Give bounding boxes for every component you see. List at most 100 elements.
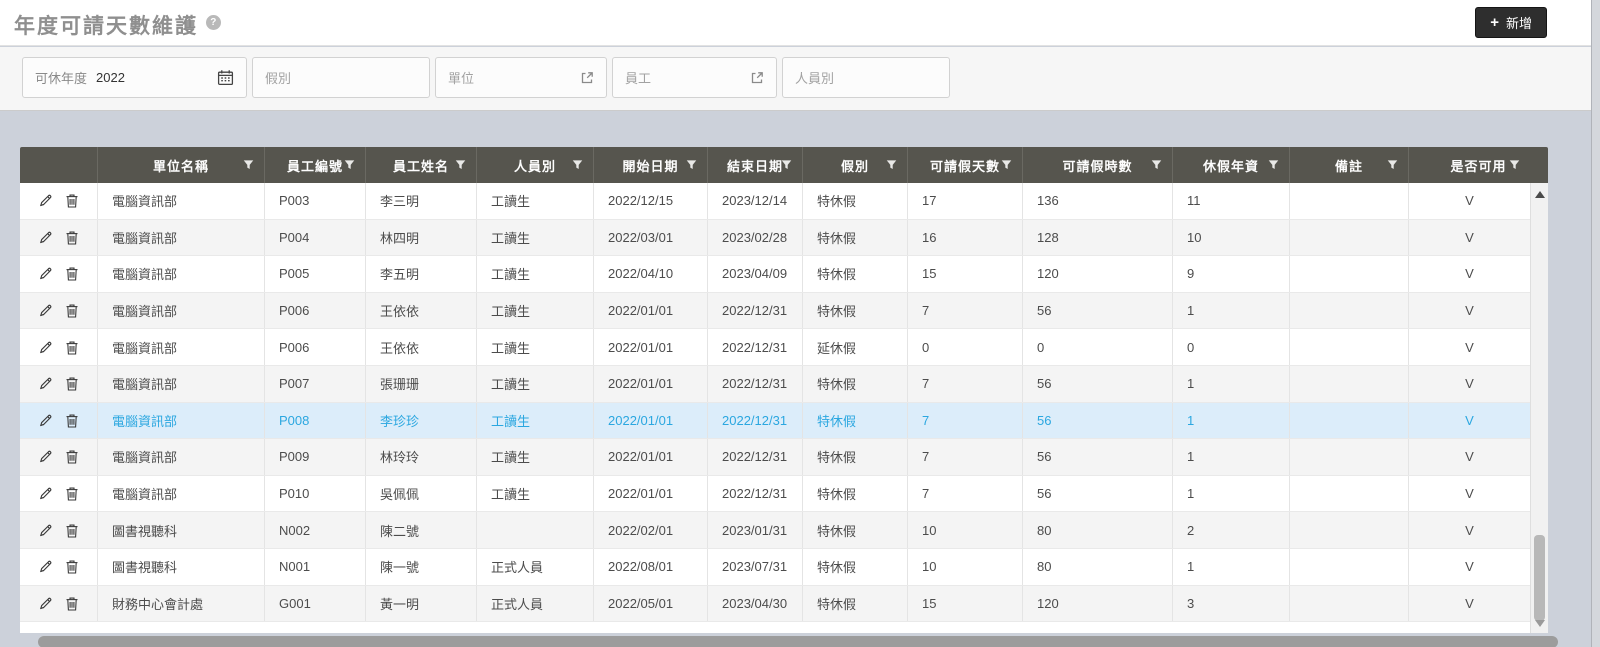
cell: 王依依 — [365, 292, 476, 329]
table-row[interactable]: 圖書視聽科 N001 陳一號 正式人員 2022/08/01 2023/07/31 特休假 1… — [20, 548, 1530, 586]
delete-icon[interactable] — [65, 303, 79, 318]
cell: 0 — [907, 329, 1022, 365]
column-header[interactable]: 人員別 — [476, 147, 593, 183]
cell: 1 — [1172, 292, 1289, 329]
edit-icon[interactable] — [38, 266, 53, 281]
edit-icon[interactable] — [38, 559, 53, 574]
table-row[interactable]: 電腦資訊部 P004 林四明 工讀生 2022/03/01 2023/02/28 特休假 16… — [20, 219, 1530, 257]
leave-type-field[interactable]: 假別 — [252, 57, 430, 98]
table-row[interactable]: 電腦資訊部 P010 吳佩佩 工讀生 2022/01/01 2022/12/31 特休假 7 5… — [20, 475, 1530, 513]
cell: 黃一明 — [365, 585, 476, 622]
calendar-icon[interactable] — [217, 69, 234, 86]
delete-icon[interactable] — [65, 340, 79, 355]
column-header[interactable]: 休假年資 — [1172, 147, 1289, 183]
column-header[interactable]: 可請假時數 — [1022, 147, 1172, 183]
column-header[interactable]: 員工姓名 — [365, 147, 476, 183]
help-icon[interactable]: ? — [205, 15, 221, 30]
scroll-up-icon[interactable] — [1535, 191, 1545, 198]
cell: 工讀生 — [476, 183, 593, 219]
scroll-down-icon[interactable] — [1535, 620, 1545, 627]
edit-icon[interactable] — [38, 303, 53, 318]
table-row-selected[interactable]: 電腦資訊部 P008 李珍珍 工讀生 2022/01/01 2022/12/31 特休假 7 5… — [20, 402, 1530, 440]
cell: 10 — [1172, 219, 1289, 256]
cell: 正式人員 — [476, 585, 593, 622]
cell: 2022/01/01 — [593, 329, 707, 365]
table-row[interactable]: 財務中心會計處 G001 黃一明 正式人員 2022/05/01 2023/04/30 特休… — [20, 585, 1530, 623]
row-actions — [20, 439, 97, 475]
column-header[interactable]: 備註 — [1289, 147, 1408, 183]
year-field-value: 2022 — [96, 70, 125, 85]
cell: 2022/01/01 — [593, 475, 707, 512]
vertical-scrollbar[interactable] — [1530, 183, 1548, 633]
add-button[interactable]: + 新增 — [1475, 7, 1547, 38]
column-header[interactable]: 單位名稱 — [97, 147, 264, 183]
window-scrollbar[interactable] — [1591, 0, 1600, 647]
column-header[interactable]: 可請假天數 — [907, 147, 1022, 183]
cell: 王依依 — [365, 329, 476, 365]
column-header-label: 單位名稱 — [152, 158, 209, 174]
table-row[interactable]: 電腦資訊部 P007 張珊珊 工讀生 2022/01/01 2022/12/31 特休假 7 5… — [20, 365, 1530, 403]
edit-icon[interactable] — [38, 376, 53, 391]
delete-icon[interactable] — [65, 559, 79, 574]
cell: 電腦資訊部 — [97, 365, 264, 402]
cell: V — [1408, 475, 1530, 512]
delete-icon[interactable] — [65, 376, 79, 391]
delete-icon[interactable] — [65, 523, 79, 538]
popup-icon[interactable] — [580, 71, 594, 85]
vertical-scrollbar-thumb[interactable] — [1534, 535, 1545, 621]
delete-icon[interactable] — [65, 193, 79, 208]
edit-icon[interactable] — [38, 193, 53, 208]
cell: 特休假 — [802, 585, 907, 622]
cell: 56 — [1022, 365, 1172, 402]
table-row[interactable]: 電腦資訊部 P005 李五明 工讀生 2022/04/10 2023/04/09 特休假 15… — [20, 256, 1530, 293]
table-row[interactable]: 圖書視聽科 N002 陳二號 2022/02/01 2023/01/31 特休假 10 80 2… — [20, 512, 1530, 549]
cell: 2022/01/01 — [593, 292, 707, 329]
cell: 2022/12/31 — [707, 439, 802, 475]
edit-icon[interactable] — [38, 230, 53, 245]
column-header[interactable]: 是否可用 — [1408, 147, 1548, 183]
cell: 工讀生 — [476, 439, 593, 475]
cell: 16 — [907, 219, 1022, 256]
delete-icon[interactable] — [65, 486, 79, 501]
unit-field[interactable]: 單位 — [435, 57, 607, 98]
person-type-field[interactable]: 人員別 — [782, 57, 950, 98]
edit-icon[interactable] — [38, 340, 53, 355]
cell: 56 — [1022, 475, 1172, 512]
row-actions — [20, 366, 97, 402]
table-row[interactable]: 電腦資訊部 P003 李三明 工讀生 2022/12/15 2023/12/14 特休假 17… — [20, 183, 1530, 220]
column-header[interactable]: 員工編號 — [264, 147, 365, 183]
column-header[interactable]: 結束日期 — [707, 147, 802, 183]
edit-icon[interactable] — [38, 449, 53, 464]
column-header[interactable]: 假別 — [802, 147, 907, 183]
table-body: 電腦資訊部 P003 李三明 工讀生 2022/12/15 2023/12/14 特休假 17… — [20, 183, 1530, 633]
edit-icon[interactable] — [38, 486, 53, 501]
cell: 2022/12/31 — [707, 365, 802, 402]
cell: P006 — [264, 292, 365, 329]
cell: 特休假 — [802, 292, 907, 329]
table-row[interactable]: 電腦資訊部 P009 林玲玲 工讀生 2022/01/01 2022/12/31 特休假 7 5… — [20, 439, 1530, 476]
employee-field[interactable]: 員工 — [612, 57, 777, 98]
table-row[interactable]: 電腦資訊部 P006 王依依 工讀生 2022/01/01 2022/12/31 特休假 7 5… — [20, 292, 1530, 330]
edit-icon[interactable] — [38, 523, 53, 538]
edit-icon[interactable] — [38, 413, 53, 428]
cell: 李三明 — [365, 183, 476, 219]
cell: 電腦資訊部 — [97, 219, 264, 256]
delete-icon[interactable] — [65, 413, 79, 428]
column-header[interactable]: 開始日期 — [593, 147, 707, 183]
popup-icon[interactable] — [750, 71, 764, 85]
delete-icon[interactable] — [65, 266, 79, 282]
horizontal-scrollbar-thumb[interactable] — [38, 636, 1558, 647]
cell: V — [1408, 256, 1530, 292]
table-header: 單位名稱 員工編號 員工姓名 人員別 開始日期 結束日期 假別 可請假天數 可請假時數 休假年資 備… — [20, 147, 1548, 183]
cell: 林玲玲 — [365, 439, 476, 475]
edit-icon[interactable] — [38, 596, 53, 611]
delete-icon[interactable] — [65, 596, 79, 611]
table-row[interactable]: 電腦資訊部 P006 王依依 工讀生 2022/01/01 2022/12/31 延休假 0 0… — [20, 329, 1530, 366]
column-header-label: 人員別 — [513, 158, 556, 174]
cell: 1 — [1172, 365, 1289, 402]
year-field[interactable]: 可休年度 2022 — [22, 57, 247, 98]
delete-icon[interactable] — [65, 449, 79, 465]
delete-icon[interactable] — [65, 230, 79, 245]
cell: 15 — [907, 256, 1022, 292]
cell: 圖書視聽科 — [97, 512, 264, 548]
